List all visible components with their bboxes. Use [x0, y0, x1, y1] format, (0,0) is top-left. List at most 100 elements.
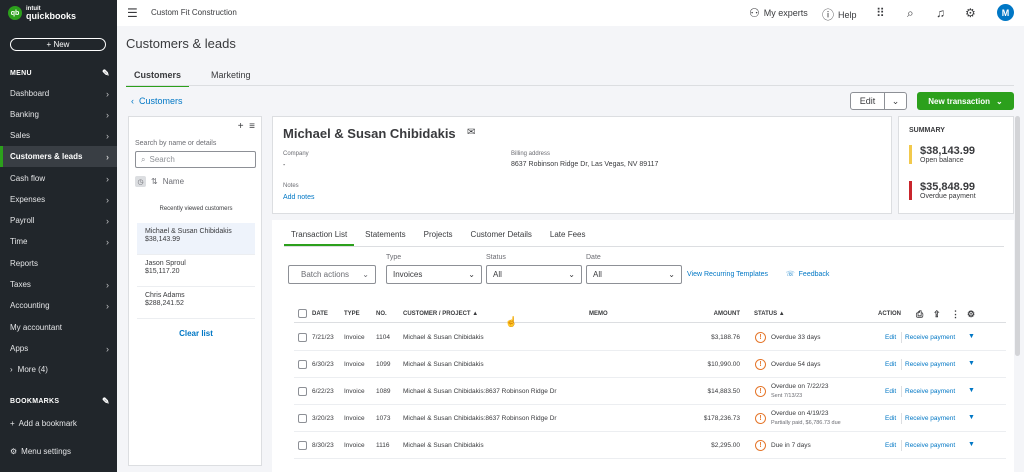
sidebar-item-cash-flow[interactable]: Cash flow › — [0, 168, 117, 189]
sidebar-item-more[interactable]: › More (4) — [0, 359, 117, 380]
edit-button[interactable]: Edit — [851, 93, 885, 109]
col-customer-project[interactable]: CUSTOMER / PROJECT ▲ — [403, 311, 478, 317]
user-avatar[interactable]: M — [997, 4, 1014, 21]
table-row[interactable]: 6/30/23 Invoice 1099 Michael & Susan Chi… — [294, 351, 1006, 378]
chevron-down-icon[interactable]: ⌄ — [885, 93, 906, 109]
name-sort[interactable]: ◷ ⇅ Name — [135, 176, 184, 187]
add-bookmark-link[interactable]: + Add a bookmark — [0, 413, 117, 434]
col-status[interactable]: STATUS ▲ — [754, 311, 785, 317]
edit-link[interactable]: Edit — [885, 442, 896, 449]
table-row[interactable]: 7/21/23 Invoice 1104 Michael & Susan Chi… — [294, 324, 1006, 351]
status-filter[interactable]: All ⌄ — [486, 265, 582, 284]
view-recurring-templates-link[interactable]: View Recurring Templates — [687, 271, 768, 278]
row-action-caret-icon[interactable]: ▼ — [968, 360, 975, 367]
transaction-tabs: Transaction List Statements Projects Cus… — [284, 230, 596, 246]
tab-projects[interactable]: Projects — [417, 230, 460, 246]
sidebar-item-my-accountant[interactable]: My accountant — [0, 317, 117, 338]
add-notes-link[interactable]: Add notes — [283, 194, 315, 201]
warning-icon: ! — [755, 359, 766, 370]
edit-link[interactable]: Edit — [885, 415, 896, 422]
col-date[interactable]: DATE — [312, 311, 328, 317]
edit-link[interactable]: Edit — [885, 334, 896, 341]
sidebar-item-expenses[interactable]: Expenses › — [0, 189, 117, 210]
table-row[interactable]: 8/30/23 Invoice 1116 Michael & Susan Chi… — [294, 432, 1006, 459]
sidebar-item-banking[interactable]: Banking › — [0, 104, 117, 125]
row-checkbox[interactable] — [298, 441, 307, 450]
edit-link[interactable]: Edit — [885, 361, 896, 368]
customer-list-item[interactable]: Chris Adams $288,241.52 — [137, 287, 255, 319]
tab-customer-details[interactable]: Customer Details — [464, 230, 539, 246]
sidebar-item-customers-leads[interactable]: Customers & leads › — [0, 146, 117, 167]
sidebar-item-accounting[interactable]: Accounting › — [0, 295, 117, 316]
history-icon[interactable]: ◷ — [135, 176, 146, 187]
edit-link[interactable]: Edit — [885, 388, 896, 395]
customer-name: Michael & Susan Chibidakis — [283, 126, 456, 141]
select-all-checkbox[interactable] — [298, 309, 307, 318]
page-scrollbar[interactable] — [1015, 116, 1020, 356]
sidebar-item-time[interactable]: Time › — [0, 231, 117, 252]
receive-payment-link[interactable]: Receive payment — [905, 334, 955, 341]
sidebar-item-payroll[interactable]: Payroll › — [0, 210, 117, 231]
new-button[interactable]: + New — [10, 38, 106, 51]
sidebar-item-apps[interactable]: Apps › — [0, 338, 117, 359]
chevron-right-icon: › — [106, 130, 109, 141]
collapse-menu-icon[interactable]: ☰ — [127, 6, 138, 20]
date-filter[interactable]: All ⌄ — [586, 265, 682, 284]
row-action-caret-icon[interactable]: ▼ — [968, 441, 975, 448]
receive-payment-link[interactable]: Receive payment — [905, 361, 955, 368]
tab-transaction-list[interactable]: Transaction List — [284, 230, 355, 246]
sidebar-item-reports[interactable]: Reports — [0, 253, 117, 274]
row-checkbox[interactable] — [298, 414, 307, 423]
menu-settings-link[interactable]: ⚙ Menu settings — [0, 441, 117, 462]
customer-list-item[interactable]: Michael & Susan Chibidakis $38,143.99 — [137, 223, 255, 255]
row-action-caret-icon[interactable]: ▼ — [968, 387, 975, 394]
tab-late-fees[interactable]: Late Fees — [543, 230, 593, 246]
receive-payment-link[interactable]: Receive payment — [905, 388, 955, 395]
settings-gear-icon[interactable]: ⚙ — [965, 6, 976, 20]
table-row[interactable]: 6/22/23 Invoice 1089 Michael & Susan Chi… — [294, 378, 1006, 405]
email-icon[interactable]: ✉ — [467, 127, 475, 138]
more-options-icon[interactable]: ⋮ — [951, 309, 960, 320]
table-settings-gear-icon[interactable]: ⚙ — [967, 309, 975, 320]
receive-payment-link[interactable]: Receive payment — [905, 442, 955, 449]
chevron-right-icon: › — [106, 173, 109, 184]
table-row[interactable]: 3/20/23 Invoice 1073 Michael & Susan Chi… — [294, 405, 1006, 432]
quickbooks-logo[interactable]: qb intuit quickbooks — [8, 6, 76, 21]
apps-grid-icon[interactable]: ⠿ — [876, 6, 885, 20]
edit-split-button[interactable]: Edit ⌄ — [850, 92, 907, 110]
receive-payment-link[interactable]: Receive payment — [905, 415, 955, 422]
bell-icon[interactable]: ♫ — [936, 6, 945, 20]
back-to-customers-link[interactable]: ‹ Customers — [131, 96, 183, 106]
col-memo[interactable]: MEMO — [589, 311, 608, 317]
billing-address-label: Billing address — [511, 151, 551, 157]
my-experts-button[interactable]: ⚇ My experts — [749, 6, 808, 20]
help-button[interactable]: ⓘ Help — [822, 6, 857, 23]
row-checkbox[interactable] — [298, 333, 307, 342]
row-checkbox[interactable] — [298, 387, 307, 396]
export-icon[interactable]: ⇪ — [933, 309, 941, 320]
row-checkbox[interactable] — [298, 360, 307, 369]
chevron-down-icon: ⌄ — [668, 270, 675, 279]
sidebar-item-taxes[interactable]: Taxes › — [0, 274, 117, 295]
print-icon[interactable]: ⎙ — [916, 309, 923, 320]
customer-list-item[interactable]: Jason Sproul $15,117.20 — [137, 255, 255, 287]
customer-search-input[interactable]: ⌕ Search — [135, 151, 256, 168]
type-filter[interactable]: Invoices ⌄ — [386, 265, 482, 284]
list-options-icon[interactable]: ≡ — [249, 121, 255, 132]
feedback-link[interactable]: ☏ Feedback — [786, 270, 829, 278]
tab-statements[interactable]: Statements — [358, 230, 412, 246]
sidebar-item-sales[interactable]: Sales › — [0, 125, 117, 146]
col-type[interactable]: TYPE — [344, 311, 360, 317]
row-action-caret-icon[interactable]: ▼ — [968, 333, 975, 340]
col-amount[interactable]: AMOUNT — [714, 311, 740, 317]
search-icon[interactable]: ⌕ — [907, 6, 914, 21]
clear-list-link[interactable]: Clear list — [129, 329, 263, 338]
sidebar-item-dashboard[interactable]: Dashboard › — [0, 83, 117, 104]
edit-menu-pencil-icon[interactable]: ✎ — [102, 68, 110, 79]
add-customer-icon[interactable]: + — [238, 121, 244, 132]
new-transaction-button[interactable]: New transaction ⌄ — [917, 92, 1014, 110]
row-action-caret-icon[interactable]: ▼ — [968, 414, 975, 421]
edit-bookmarks-pencil-icon[interactable]: ✎ — [102, 396, 110, 407]
col-no[interactable]: NO. — [376, 311, 387, 317]
batch-actions-dropdown[interactable]: Batch actions ⌄ — [288, 265, 376, 284]
